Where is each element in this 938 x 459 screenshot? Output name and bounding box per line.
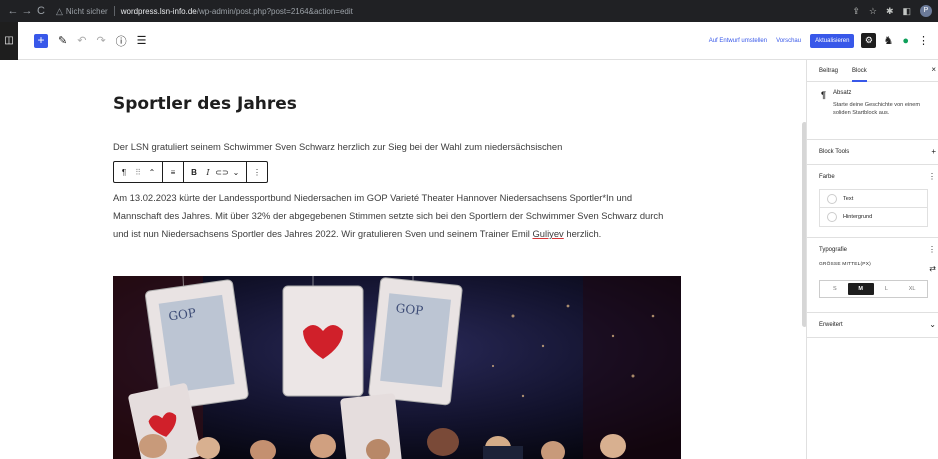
block-tools-heading[interactable]: Block Tools	[819, 140, 938, 164]
browser-toolbar: ← → C △ Nicht sicher wordpress.lsn-info.…	[0, 0, 938, 22]
background-color-item[interactable]: Hintergrund	[819, 208, 928, 227]
details-icon[interactable]: ⓘ	[116, 33, 127, 49]
options-icon[interactable]: ⋮	[250, 168, 264, 177]
italic-button[interactable]: I	[201, 168, 215, 177]
options-group: ⋮	[247, 162, 267, 182]
image-block[interactable]: GOP GOP	[113, 276, 681, 459]
align-icon[interactable]: ≡	[166, 168, 180, 177]
wp-logo-icon[interactable]: ◫	[0, 21, 18, 60]
undo-icon[interactable]: ↶	[77, 34, 86, 47]
preview-button[interactable]: Vorschau	[776, 38, 801, 44]
font-size-toggle: S M L XL	[819, 280, 928, 298]
star-icon[interactable]: ☆	[869, 6, 877, 17]
block-switcher-group: ¶ ⠿ ⌃	[114, 162, 163, 182]
edit-tool-icon[interactable]: ✎	[58, 34, 67, 47]
redo-icon[interactable]: ↷	[96, 34, 105, 47]
url-host[interactable]: wordpress.lsn-info.de	[121, 7, 197, 16]
back-icon[interactable]: ←	[6, 5, 20, 17]
editor-canvas: Sportler des Jahres Der LSN gratuliert s…	[0, 60, 807, 459]
profile-avatar[interactable]: P	[920, 5, 932, 17]
switch-to-draft-button[interactable]: Auf Entwurf umstellen	[709, 38, 767, 44]
more-options-icon[interactable]: ⋮	[918, 34, 929, 47]
list-view-icon[interactable]: ☰	[137, 34, 147, 47]
color-options-icon[interactable]: ⋮	[928, 165, 936, 189]
block-description: Starte deine Geschichte von einem solide…	[833, 102, 921, 116]
paragraph-text-end: herzlich.	[563, 228, 602, 239]
extensions-icon[interactable]: ✱	[886, 6, 894, 17]
security-label[interactable]: Nicht sicher	[66, 7, 108, 16]
block-card-text: Absatz Starte deine Geschichte von einem…	[833, 90, 933, 139]
size-option-l[interactable]: L	[874, 283, 900, 295]
chevron-down-icon[interactable]: ⌄	[929, 313, 936, 337]
background-color-label: Hintergrund	[843, 214, 873, 220]
chevron-down-icon[interactable]: ⌄	[229, 168, 243, 177]
sidepanel-icon[interactable]: ◧	[902, 6, 911, 17]
size-option-m[interactable]: M	[847, 283, 874, 295]
text-color-label: Text	[843, 195, 854, 202]
paragraph-icon[interactable]: ¶	[117, 168, 131, 177]
advanced-panel: Erweitert ⌄	[807, 313, 938, 338]
forward-icon[interactable]: →	[20, 5, 34, 17]
drag-handle-icon[interactable]: ⠿	[131, 168, 145, 177]
tab-post[interactable]: Beitrag	[819, 60, 838, 82]
share-icon[interactable]: ⇪	[852, 6, 860, 17]
size-option-s[interactable]: S	[822, 283, 848, 295]
tab-block[interactable]: Block	[852, 60, 867, 82]
divider	[113, 6, 115, 16]
sidebar-tabs: Beitrag Block ×	[807, 60, 938, 82]
color-heading: Farbe	[819, 174, 835, 180]
block-tools-panel: Block Tools +	[807, 140, 938, 165]
bold-button[interactable]: B	[187, 168, 201, 177]
update-button[interactable]: Aktualisieren	[810, 33, 855, 48]
warning-icon[interactable]: △	[56, 6, 63, 17]
typography-options-icon[interactable]: ⋮	[928, 238, 936, 262]
typography-heading: Typografie	[819, 247, 848, 253]
paragraph-block-active[interactable]: Am 13.02.2023 kürte der Landessportbund …	[113, 189, 673, 243]
advanced-heading[interactable]: Erweitert	[819, 313, 938, 337]
jetpack-icon[interactable]: ●	[902, 35, 909, 47]
svg-text:GOP: GOP	[395, 301, 424, 318]
plugin-icon[interactable]: ♞	[883, 34, 893, 47]
align-group: ≡	[163, 162, 184, 182]
paragraph-block[interactable]: Der LSN gratuliert seinem Schwimmer Sven…	[113, 138, 673, 156]
paragraph-block-icon: ¶	[821, 90, 827, 100]
browser-actions: ⇪ ☆ ✱ ◧ P	[852, 5, 932, 17]
add-block-button[interactable]: +	[34, 33, 48, 48]
post-title[interactable]: Sportler des Jahres	[113, 94, 297, 114]
settings-sidebar: Beitrag Block × ¶ Absatz Starte deine Ge…	[806, 60, 938, 459]
block-card: ¶ Absatz Starte deine Geschichte von ein…	[807, 82, 938, 140]
font-size-label: GRÖSSE MITTEL(PX)	[819, 262, 871, 267]
color-panel: Farbe ⋮ Text Hintergrund	[807, 165, 938, 238]
settings-icon[interactable]: ⚙	[861, 33, 877, 48]
stage-photo: GOP GOP	[113, 276, 681, 459]
url-path[interactable]: /wp-admin/post.php?post=2164&action=edit	[197, 7, 353, 16]
plus-icon[interactable]: +	[931, 140, 936, 164]
block-name: Absatz	[833, 90, 852, 96]
text-color-swatch	[827, 193, 837, 204]
editor-header: ◫ + ✎ ↶ ↷ ⓘ ☰ Auf Entwurf umstellen Vors…	[0, 21, 938, 60]
spellcheck-word: Guliyev	[532, 228, 564, 239]
close-icon[interactable]: ×	[931, 60, 936, 80]
link-icon[interactable]: ⊂⊃	[215, 168, 229, 177]
background-color-swatch	[827, 212, 837, 222]
reload-icon[interactable]: C	[34, 5, 48, 17]
editor-actions: Auf Entwurf umstellen Vorschau Aktualisi…	[709, 33, 938, 48]
format-group: B I ⊂⊃ ⌄	[184, 162, 247, 182]
typography-panel: Typografie ⋮ GRÖSSE MITTEL(PX) ⇄ S M L X…	[807, 238, 938, 313]
custom-size-icon[interactable]: ⇄	[929, 264, 936, 273]
text-color-item[interactable]: Text	[819, 189, 928, 208]
block-toolbar: ¶ ⠿ ⌃ ≡ B I ⊂⊃ ⌄ ⋮	[113, 161, 268, 183]
size-option-xl[interactable]: XL	[899, 283, 925, 295]
move-icon[interactable]: ⌃	[145, 168, 159, 177]
address-bar[interactable]: △ Nicht sicher wordpress.lsn-info.de /wp…	[56, 3, 852, 19]
